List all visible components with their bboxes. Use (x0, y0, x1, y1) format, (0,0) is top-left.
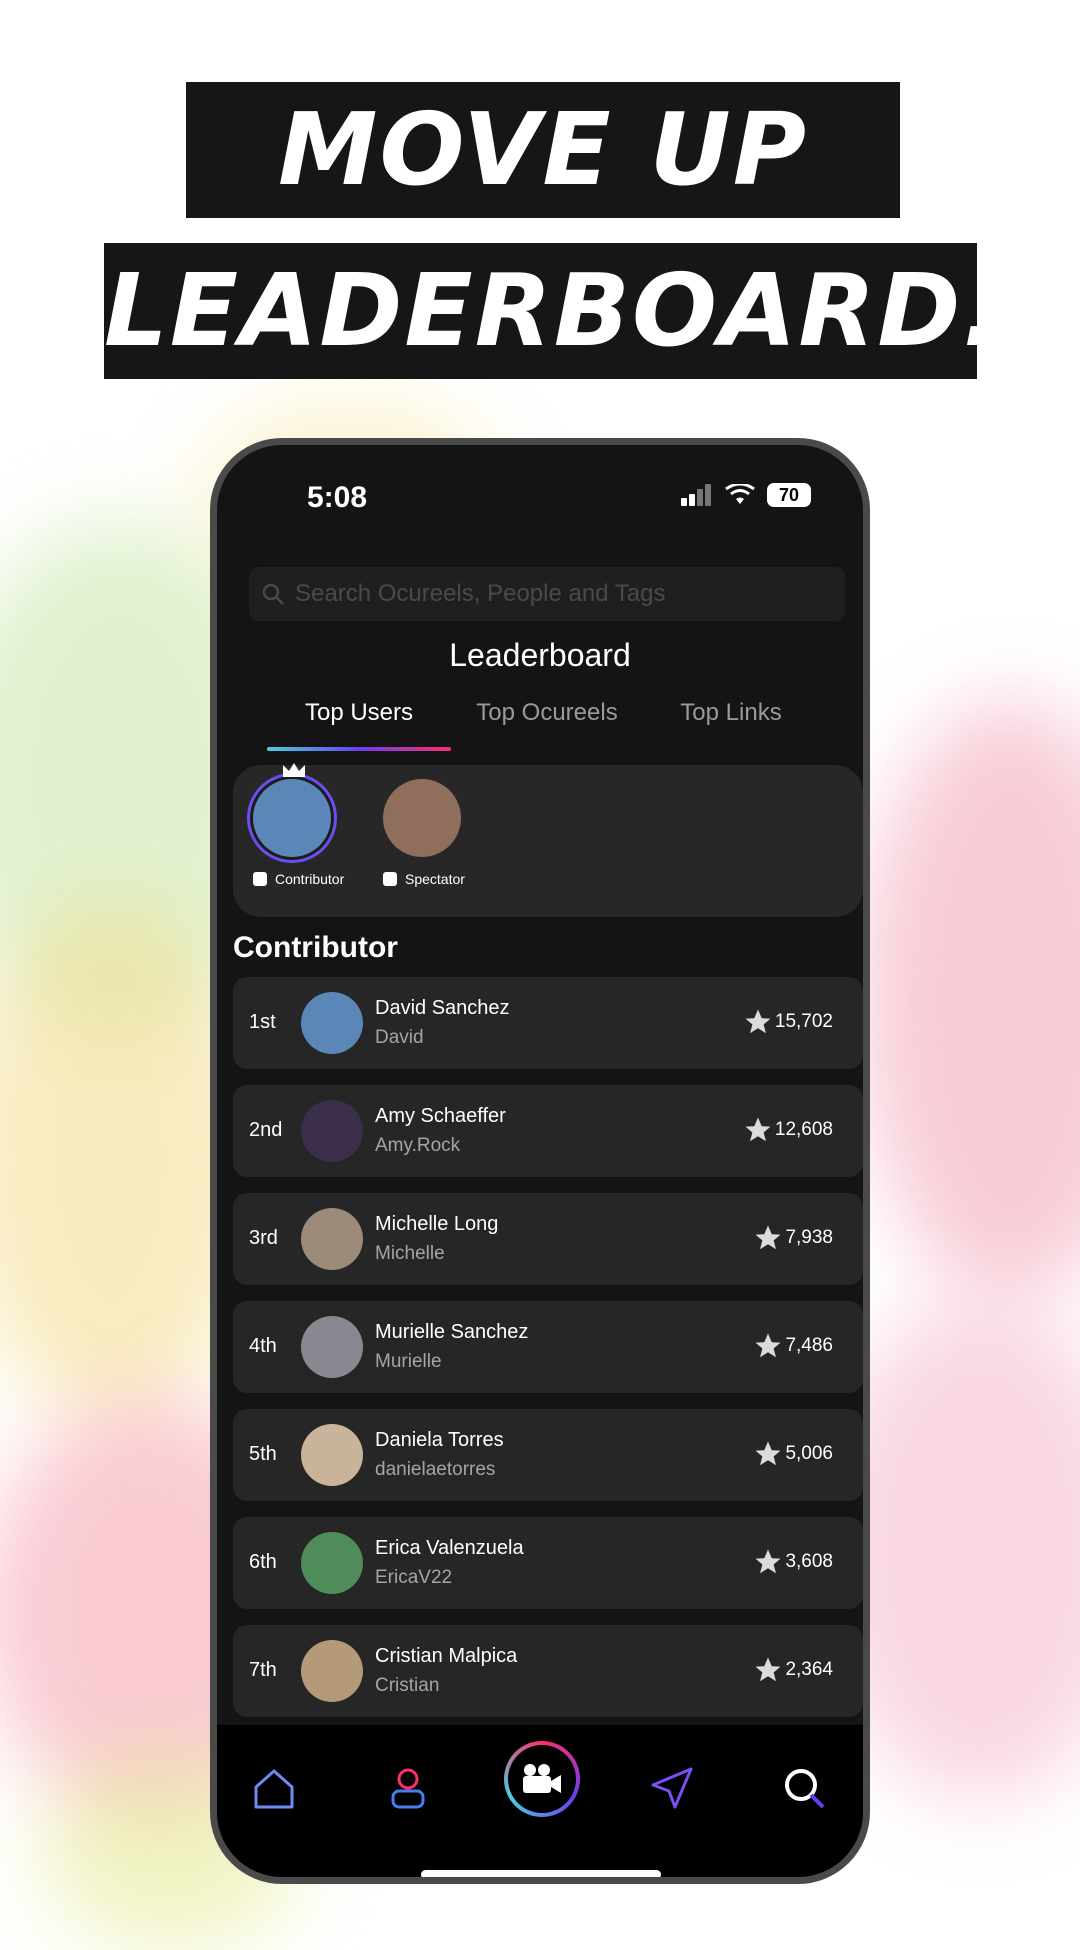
search-icon[interactable] (781, 1765, 827, 1811)
user-avatar[interactable] (301, 1316, 363, 1378)
video-camera-icon (523, 1764, 561, 1793)
user-name: Cristian Malpica (375, 1645, 518, 1667)
rank-label: 2nd (249, 1119, 283, 1141)
user-avatar[interactable] (301, 1640, 363, 1702)
star-icon (745, 1117, 771, 1142)
contributor-checkbox[interactable] (253, 872, 267, 886)
rank-label: 3rd (249, 1227, 278, 1249)
leaderboard-row[interactable]: 3rd Michelle Long Michelle 7,938 (233, 1193, 863, 1285)
user-avatar[interactable] (301, 992, 363, 1054)
spectator-checkbox[interactable] (383, 872, 397, 886)
headline-line-1: MOVE UP THE (186, 82, 900, 344)
user-avatar[interactable] (301, 1208, 363, 1270)
record-video-button[interactable] (504, 1741, 580, 1817)
star-icon (755, 1225, 781, 1250)
leaderboard-row[interactable]: 2nd Amy Schaeffer Amy.Rock 12,608 (233, 1085, 863, 1177)
phone-frame: 5:08 70 Search Ocureels, People and Tags… (210, 438, 870, 1884)
contributor-avatar (253, 763, 331, 857)
contributor-label: Contributor (275, 871, 345, 887)
user-avatar[interactable] (301, 1100, 363, 1162)
role-spectator[interactable]: Spectator (383, 779, 465, 887)
star-icon (755, 1657, 781, 1682)
user-name: Erica Valenzuela (375, 1537, 524, 1559)
star-icon (745, 1009, 771, 1034)
user-score: 2,364 (753, 1655, 833, 1685)
wifi-icon (725, 484, 755, 504)
tab-top-users[interactable]: Top Users (267, 699, 451, 727)
star-icon (755, 1441, 781, 1466)
status-icons: 70 (681, 483, 811, 507)
home-icon[interactable] (251, 1765, 297, 1811)
user-handle: EricaV22 (375, 1567, 453, 1588)
bottom-navigation (217, 1725, 863, 1877)
signal-icon (681, 484, 711, 506)
user-handle: Cristian (375, 1675, 440, 1696)
user-handle: Murielle (375, 1351, 442, 1372)
user-name: Daniela Torres (375, 1429, 504, 1451)
user-name: Michelle Long (375, 1213, 499, 1235)
section-title: Contributor (233, 931, 398, 964)
rank-label: 4th (249, 1335, 277, 1357)
home-indicator (421, 1870, 661, 1877)
user-handle: danielaetorres (375, 1459, 496, 1480)
user-name: David Sanchez (375, 997, 510, 1019)
user-handle: Amy.Rock (375, 1135, 461, 1156)
leaderboard-row[interactable]: 6th Erica Valenzuela EricaV22 3,608 (233, 1517, 863, 1609)
role-selector-card: Contributor Spectator (233, 763, 863, 917)
user-score: 3,608 (753, 1547, 833, 1577)
active-tab-indicator (267, 747, 451, 751)
user-avatar[interactable] (301, 1532, 363, 1594)
user-score: 15,702 (743, 1007, 833, 1037)
rank-label: 6th (249, 1551, 277, 1573)
role-contributor[interactable]: Contributor (253, 763, 345, 887)
search-icon (262, 583, 284, 605)
page-title: Leaderboard (449, 637, 631, 673)
user-handle: Michelle (375, 1243, 445, 1264)
user-avatar[interactable] (301, 1424, 363, 1486)
user-score: 12,608 (743, 1115, 833, 1145)
crown-icon (283, 763, 305, 777)
leaderboard-row[interactable]: 1st David Sanchez David 15,702 (233, 977, 863, 1069)
leaderboard-row[interactable]: 7th Cristian Malpica Cristian 2,364 (233, 1625, 863, 1717)
tab-top-ocureels[interactable]: Top Ocureels (455, 699, 639, 727)
headline-line-2: LEADERBOARD. (104, 243, 1000, 379)
rank-label: 1st (249, 1011, 276, 1033)
status-time: 5:08 (307, 481, 368, 514)
tab-top-links[interactable]: Top Links (639, 699, 823, 727)
leaderboard-row[interactable]: 4th Murielle Sanchez Murielle 7,486 (233, 1301, 863, 1393)
rank-label: 7th (249, 1659, 277, 1681)
user-handle: David (375, 1027, 424, 1048)
send-icon[interactable] (649, 1765, 695, 1811)
user-name: Murielle Sanchez (375, 1321, 529, 1343)
star-icon (755, 1333, 781, 1358)
search-input[interactable]: Search Ocureels, People and Tags (249, 567, 845, 621)
user-score: 7,938 (753, 1223, 833, 1253)
profile-icon[interactable] (385, 1765, 431, 1811)
leaderboard-row[interactable]: 5th Daniela Torres danielaetorres 5,006 (233, 1409, 863, 1501)
user-name: Amy Schaeffer (375, 1105, 506, 1127)
battery-indicator: 70 (767, 483, 811, 507)
rank-label: 5th (249, 1443, 277, 1465)
spectator-avatar (383, 779, 461, 857)
leaderboard-tabs: Top Users Top Ocureels Top Links (257, 699, 837, 749)
user-score: 7,486 (753, 1331, 833, 1361)
star-icon (755, 1549, 781, 1574)
search-placeholder: Search Ocureels, People and Tags (295, 580, 666, 607)
user-score: 5,006 (753, 1439, 833, 1469)
spectator-label: Spectator (405, 871, 465, 887)
